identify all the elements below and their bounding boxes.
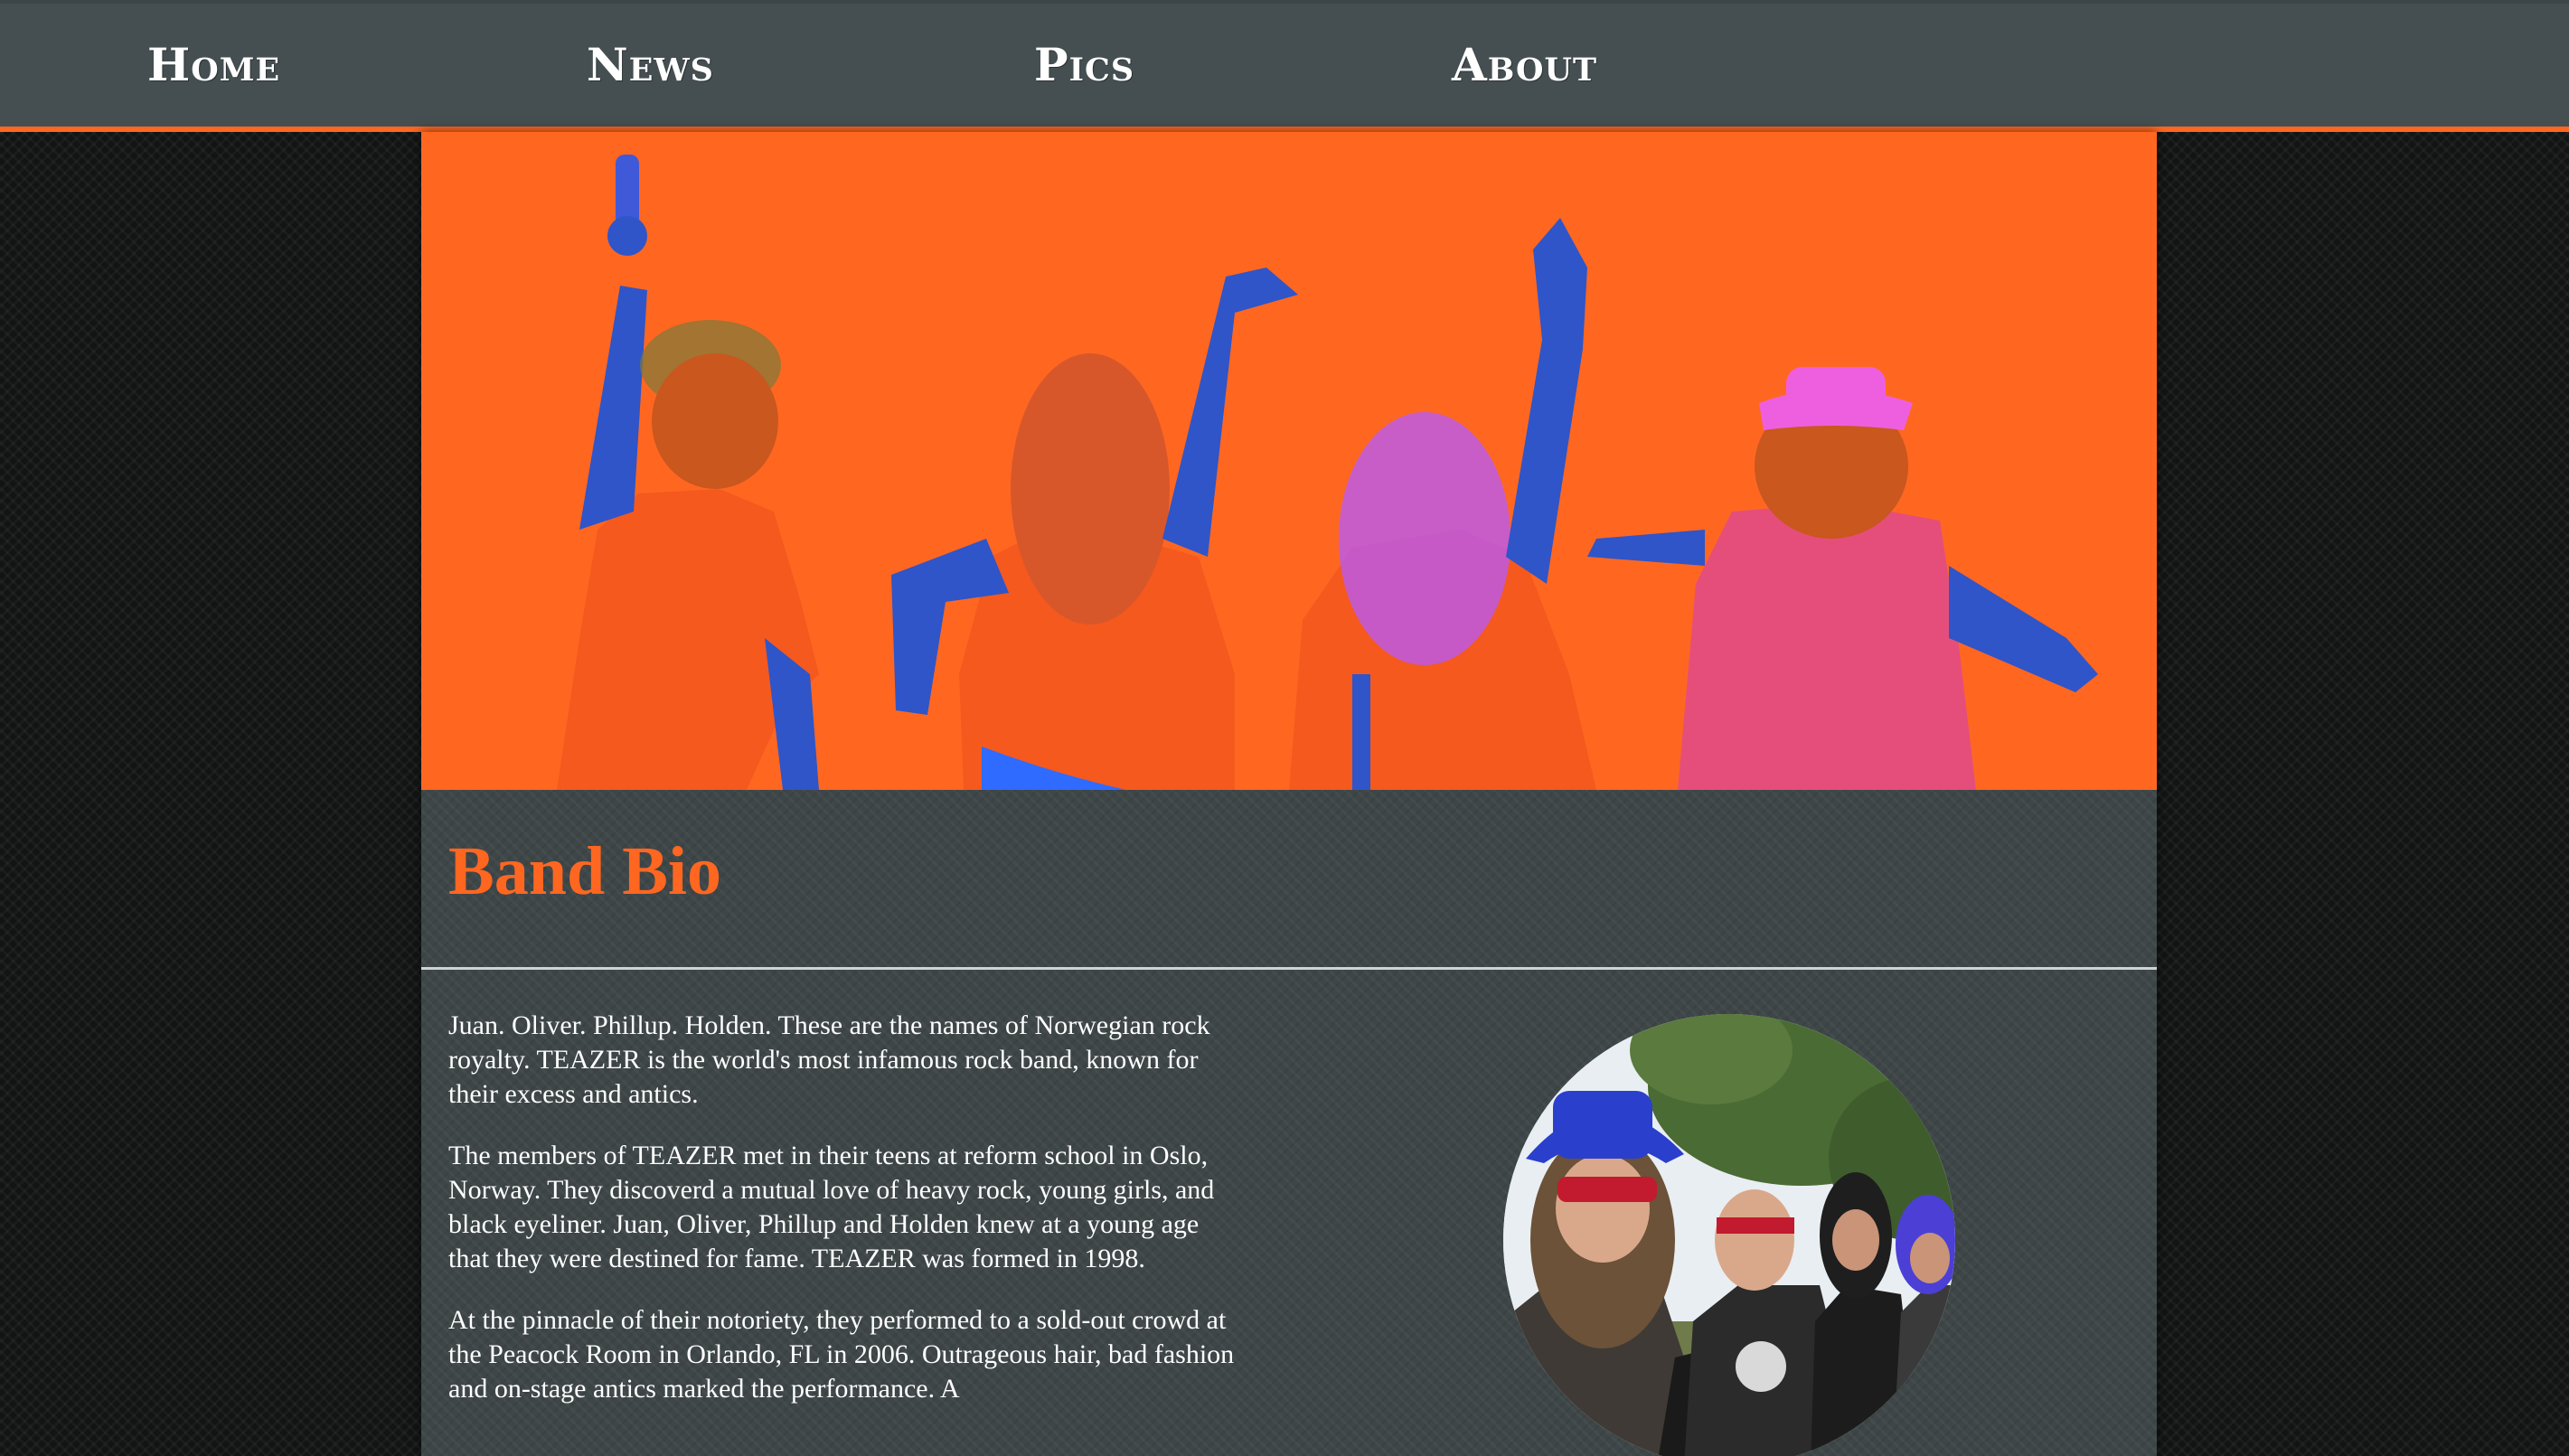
nav-about-link[interactable]: About [1452,38,1597,91]
band-bio-text: Juan. Oliver. Phillup. Holden. These are… [448,1009,1244,1433]
page-title: Band Bio [448,833,722,909]
nav-news-link[interactable]: News [587,38,714,91]
band-photo-illustration [1503,1014,1955,1456]
title-divider [421,967,2157,970]
bio-paragraph-1: Juan. Oliver. Phillup. Holden. These are… [448,1010,1210,1109]
top-navbar: Home News Pics About [0,0,2569,132]
hero-image [421,132,2157,790]
nav-pics-link[interactable]: Pics [1034,38,1134,91]
bio-paragraph-3: At the pinnacle of their notoriety, they… [448,1305,1235,1404]
band-photo [1503,1014,1955,1456]
bio-paragraph-2: The members of TEAZER met in their teens… [448,1141,1215,1273]
nav-home-link[interactable]: Home [147,38,280,91]
main-content: Band Bio Juan. Oliver. Phillup. Holden. … [421,132,2157,1456]
hero-band-illustration [421,132,2157,790]
